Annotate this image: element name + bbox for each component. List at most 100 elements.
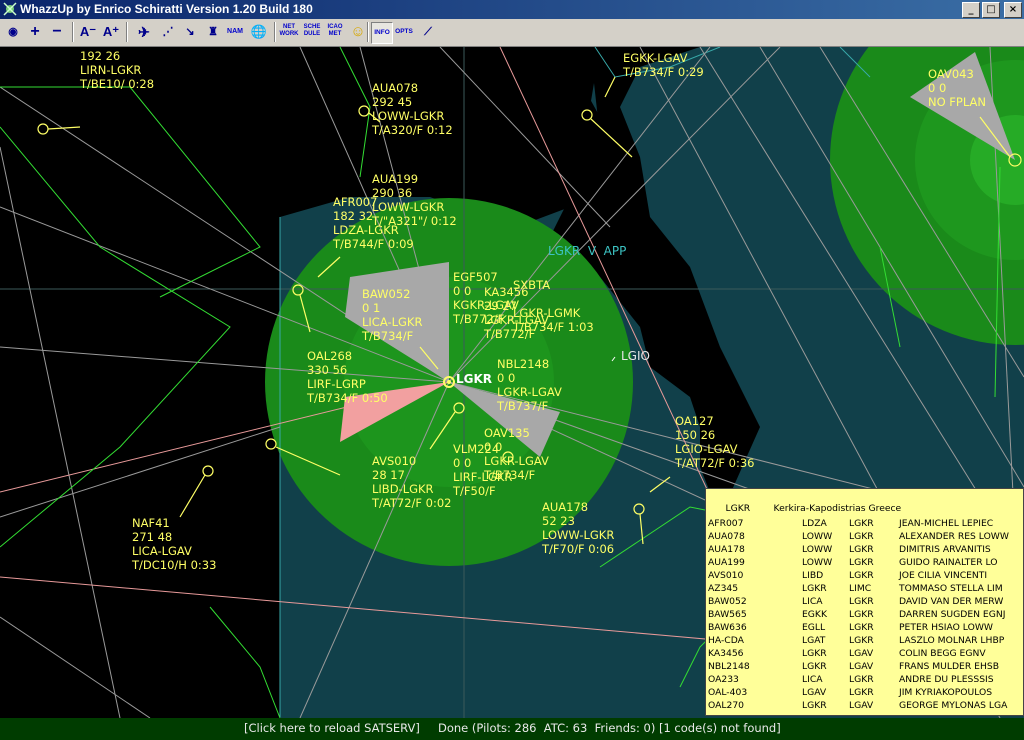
flight-label[interactable]: OAL268 330 56 LIRF-LGRP T/B734/F 0:50 <box>307 349 388 405</box>
flight-label[interactable]: NAF41 271 48 LICA-LGAV T/DC10/H 0:33 <box>132 516 216 572</box>
status-bar: [Click here to reload SATSERV] Done (Pil… <box>0 718 1024 740</box>
pilot-name-cell: LASZLO MOLNAR LHBP <box>899 635 1005 646</box>
info-table-row[interactable]: KA3456 LGKR LGAV COLIN BEGG EGNV <box>706 648 1023 661</box>
airplane-icon[interactable]: ✈ <box>134 22 154 42</box>
info-table-row[interactable]: BAW565 EGKK LGKR DARREN SUGDEN EGNJ <box>706 609 1023 622</box>
info-table-row[interactable]: AVS010 LIBD LGKR JOE CILIA VINCENTI <box>706 570 1023 583</box>
arrival-cell: LGAV <box>849 648 874 659</box>
minimize-button[interactable]: _ <box>962 2 980 18</box>
radar-map[interactable]: 192 26 LIRN-LGKR T/BE10/ 0:28 AUA078 292… <box>0 47 1024 718</box>
arrival-cell: LGKR <box>849 518 874 529</box>
pilot-name-cell: DIMITRIS ARVANITIS <box>899 544 991 555</box>
callsign-cell: BAW052 <box>708 596 747 607</box>
callsign-cell: OA233 <box>708 674 739 685</box>
departure-cell: LGKR <box>802 700 827 711</box>
departure-cell: LIBD <box>802 570 824 581</box>
info-table-row[interactable]: AUA078 LOWW LGKR ALEXANDER RES LOWW <box>706 531 1023 544</box>
pilot-name-cell: PETER HSIAO LOWW <box>899 622 993 633</box>
dotted-area-icon[interactable]: ⋰ <box>158 22 178 42</box>
arrival-cell: LGKR <box>849 635 874 646</box>
callsign-cell: BAW565 <box>708 609 747 620</box>
flight-label[interactable]: AVS010 28 17 LIBD-LGKR T/AT72/F 0:02 <box>372 454 452 510</box>
arrival-cell: LGKR <box>849 609 874 620</box>
info-table-row[interactable]: NBL2148 LGKR LGAV FRANS MULDER EHSB <box>706 661 1023 674</box>
flight-label[interactable]: NBL2148 0 0 LGKR-LGAV T/B737/F <box>497 357 562 413</box>
runway-icon[interactable]: ⟋ <box>418 22 438 42</box>
info-airport-name: Kerkira-Kapodistrias Greece <box>773 503 902 514</box>
callsign-cell: AUA199 <box>708 557 745 568</box>
font-smaller-icon[interactable]: A⁻ <box>78 22 98 42</box>
pilot-name-cell: GEORGE MYLONAS LGA <box>899 700 1008 711</box>
flight-label[interactable]: AUA178 52 23 LOWW-LGKR T/F70/F 0:06 <box>542 500 614 556</box>
reload-link[interactable]: [Click here to reload SATSERV] <box>244 721 420 735</box>
pilot-name-cell: ALEXANDER RES LOWW <box>899 531 1009 542</box>
arrival-cell: LGKR <box>849 596 874 607</box>
departure-cell: LICA <box>802 596 823 607</box>
nam-button[interactable]: NAM <box>225 22 245 42</box>
arrival-cell: LGKR <box>849 687 874 698</box>
flight-label[interactable]: EGKK-LGAV T/B734/F 0:29 <box>623 51 704 79</box>
info-table-row[interactable]: BAW052 LICA LGKR DAVID VAN DER MERW <box>706 596 1023 609</box>
flight-label[interactable]: SXBTA LGKR-LGMK T/B734/F 1:03 <box>513 278 594 334</box>
info-icao: LGKR <box>725 503 751 514</box>
world-icon[interactable]: 🌐 <box>249 22 269 42</box>
zoom-out-icon[interactable]: − <box>47 22 67 42</box>
info-table-row[interactable]: AFR007 LDZA LGKR JEAN-MICHEL LEPIEC <box>706 518 1023 531</box>
arrival-cell: LGAV <box>849 700 874 711</box>
info-table-row[interactable]: BAW636 EGLL LGKR PETER HSIAO LOWW <box>706 622 1023 635</box>
flight-label[interactable]: AUA078 292 45 LOWW-LGKR T/A320/F 0:12 <box>372 81 453 137</box>
info-table-row[interactable]: AZ345 LGKR LIMC TOMMASO STELLA LIM <box>706 583 1023 596</box>
flight-label[interactable]: 192 26 LIRN-LGKR T/BE10/ 0:28 <box>80 49 154 91</box>
atc-label[interactable]: LGKR V APP <box>548 244 626 258</box>
callsign-cell: BAW636 <box>708 622 747 633</box>
close-button[interactable]: × <box>1004 2 1022 18</box>
smiley-icon[interactable]: ☺ <box>348 22 368 42</box>
info-table-row[interactable]: AUA199 LOWW LGKR GUIDO RAINALTER LO <box>706 557 1023 570</box>
departure-cell: LGKR <box>802 661 827 672</box>
departure-cell: EGKK <box>802 609 827 620</box>
flight-label[interactable]: BAW052 0 1 LICA-LGKR T/B734/F <box>362 287 422 343</box>
app-icon <box>3 2 17 16</box>
flight-label[interactable]: VLM224 0 0 LIRF-LGKR T/F50/F <box>453 442 512 498</box>
pilot-name-cell: JIM KYRIAKOPOULOS <box>899 687 993 698</box>
maximize-button[interactable]: □ <box>982 2 1000 18</box>
flight-label[interactable]: AFR007 182 32 LDZA-LGKR T/B744/F 0:09 <box>333 195 414 251</box>
window-title: WhazzUp by Enrico Schiratti Version 1.20… <box>20 2 313 16</box>
info-table-row[interactable]: OA233 LICA LGKR ANDRE DU PLESSSIS <box>706 674 1023 687</box>
callsign-cell: NBL2148 <box>708 661 750 672</box>
pilot-name-cell: ANDRE DU PLESSSIS <box>899 674 994 685</box>
callsign-cell: KA3456 <box>708 648 744 659</box>
callsign-cell: AZ345 <box>708 583 739 594</box>
network-button[interactable]: NET WORK <box>279 22 299 42</box>
arrival-cell: LGKR <box>849 622 874 633</box>
departure-cell: LGAV <box>802 687 827 698</box>
globe-icon[interactable]: ◉ <box>3 22 23 42</box>
options-button[interactable]: OPTS <box>394 22 414 42</box>
callsign-cell: HA-CDA <box>708 635 744 646</box>
flight-label[interactable]: OAV043 0 0 NO FPLAN <box>928 67 986 109</box>
departure-cell: LOWW <box>802 544 833 555</box>
status-message: Done (Pilots: 286 ATC: 63 Friends: 0) [1… <box>438 721 781 735</box>
arrival-cell: LGKR <box>849 674 874 685</box>
info-button[interactable]: INFO <box>371 22 393 44</box>
route-icon[interactable]: ↘ <box>180 22 200 42</box>
arrival-cell: LIMC <box>849 583 872 594</box>
departure-cell: LGAT <box>802 635 826 646</box>
flight-label[interactable]: OA127 150 26 LGIO-LGAV T/AT72/F 0:36 <box>675 414 755 470</box>
airport-label[interactable]: LGKR <box>456 372 492 386</box>
pilot-name-cell: DAVID VAN DER MERW <box>899 596 1004 607</box>
info-table-row[interactable]: OAL-403 LGAV LGKR JIM KYRIAKOPOULOS <box>706 687 1023 700</box>
pilot-name-cell: TOMMASO STELLA LIM <box>899 583 1003 594</box>
callsign-cell: OAL270 <box>708 700 745 711</box>
info-table-row[interactable]: AUA178 LOWW LGKR DIMITRIS ARVANITIS <box>706 544 1023 557</box>
arrival-cell: LGKR <box>849 531 874 542</box>
schedule-button[interactable]: SCHE DULE <box>302 22 322 42</box>
info-table-row[interactable]: OAL270 LGKR LGAV GEORGE MYLONAS LGA <box>706 700 1023 713</box>
callsign-cell: AFR007 <box>708 518 744 529</box>
zoom-in-icon[interactable]: + <box>25 22 45 42</box>
icao-met-button[interactable]: ICAO MET <box>325 22 345 42</box>
info-table-row[interactable]: HA-CDA LGAT LGKR LASZLO MOLNAR LHBP <box>706 635 1023 648</box>
tower-icon[interactable]: ♜ <box>203 22 223 42</box>
font-larger-icon[interactable]: A⁺ <box>101 22 121 42</box>
departure-cell: LGKR <box>802 648 827 659</box>
